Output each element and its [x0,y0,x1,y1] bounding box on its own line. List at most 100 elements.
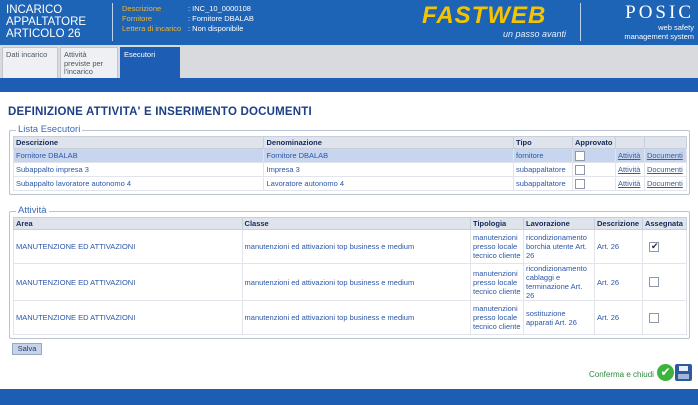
info-label: Fornitore [122,14,153,23]
cell-descrizione: Art. 26 [593,229,643,264]
assegnata-checkbox[interactable] [648,241,659,252]
cell-lavorazione: ricondizionamento borchia utente Art. 26 [523,229,595,264]
documenti-link[interactable]: Documenti [647,179,683,188]
tab-attivita-previste[interactable]: Attività previste per l'incarico [60,47,118,78]
cell-area: MANUTENZIONE ED ATTIVAZIONI [13,263,243,301]
cell-tipologia: manutenzioni presso locale tecnico clien… [470,300,524,335]
cell-tipo: subappaltatore [513,162,573,177]
info-row-descrizione: Descrizione : INC_10_0000108 [122,4,254,14]
incarico-title: INCARICO APPALTATORE ARTICOLO 26 [6,4,86,40]
esecutori-table: Descrizione Denominazione Tipo Approvato… [12,136,688,191]
esecutori-fieldset: Lista Esecutori Descrizione Denominazion… [9,124,690,195]
posic-subtitle: management system [624,31,694,41]
column-header: Tipologia [470,217,524,230]
cell-tipologia: manutenzioni presso locale tecnico clien… [470,263,524,301]
column-header [614,136,645,149]
column-header: Tipo [513,136,573,149]
cell-approvato [571,176,616,191]
confirm-close-link[interactable]: Conferma e chiudi [589,370,654,379]
posic-logo: POSIC web safety management system [590,2,694,41]
info-label: Descrizione [122,4,162,13]
fastweb-tagline: un passo avanti [502,29,566,39]
documenti-link[interactable]: Documenti [647,151,683,160]
attivita-link[interactable]: Attività [618,179,641,188]
posic-wordmark: POSIC [625,2,694,23]
tab-strip [0,78,698,92]
cell-descrizione: Subappalto impresa 3 [12,162,265,177]
table-row[interactable]: Fornitore DBALAB Fornitore DBALAB fornit… [12,148,688,163]
cell-lavorazione: sostituzione apparati Art. 26 [523,300,595,335]
tab-bar: Dati incarico Attività previste per l'in… [0,45,698,78]
assegnata-checkbox[interactable] [648,277,659,287]
cell-denominazione: Impresa 3 [263,162,514,177]
cell-assegnata [641,300,688,335]
table-row[interactable]: Subappalto lavoratore autonomo 4 Lavorat… [12,176,688,191]
header-divider [580,3,581,41]
column-header: Lavorazione [523,217,595,230]
table-row[interactable]: MANUTENZIONE ED ATTIVAZIONI manutenzioni… [13,229,688,264]
save-disk-icon[interactable] [675,364,692,381]
fastweb-logo: FASTWEB un passo avanti [422,2,570,42]
title-line: APPALTATORE [6,16,87,28]
cell-denominazione: Fornitore DBALAB [263,148,514,163]
app-header: INCARICO APPALTATORE ARTICOLO 26 Descriz… [0,0,698,45]
tab-dati-incarico[interactable]: Dati incarico [2,47,58,78]
save-button[interactable]: Salva [12,343,42,355]
attivita-legend: Attività [16,205,49,216]
cell-tipo: subappaltatore [513,176,573,191]
incarico-info: Descrizione : INC_10_0000108 Fornitore :… [122,4,254,34]
page-title: DEFINIZIONE ATTIVITA' E INSERIMENTO DOCU… [8,106,312,118]
cell-denominazione: Lavoratore autonomo 4 [263,176,514,191]
column-header: Assegnata [641,217,688,230]
cell-area: MANUTENZIONE ED ATTIVAZIONI [13,229,243,264]
attivita-link[interactable]: Attività [618,165,641,174]
title-line: INCARICO [6,4,63,16]
cell-classe: manutenzioni ed attivazioni top business… [241,263,472,301]
table-header-row: Area Classe Tipologia Lavorazione Descri… [13,217,688,230]
header-divider [112,3,113,41]
cell-tipo: fornitore [513,148,573,163]
cell-assegnata [641,229,688,264]
cell-classe: manutenzioni ed attivazioni top business… [241,300,472,335]
info-row-fornitore: Fornitore : Fornitore DBALAB [122,14,254,24]
title-line: ARTICOLO 26 [6,28,81,40]
table-row[interactable]: Subappalto impresa 3 Impresa 3 subappalt… [12,162,688,177]
column-header: Area [13,217,243,230]
esecutori-legend: Lista Esecutori [16,124,83,135]
info-value: : Fornitore DBALAB [188,14,254,23]
cell-assegnata [641,263,688,301]
cell-lavorazione: ricondizionamento cablaggi e terminazion… [523,263,595,301]
info-value: : INC_10_0000108 [188,4,251,13]
column-header: Approvato [571,136,616,149]
cell-descrizione: Fornitore DBALAB [12,148,265,163]
cell-area: MANUTENZIONE ED ATTIVAZIONI [13,300,243,335]
table-header-row: Descrizione Denominazione Tipo Approvato [12,136,688,149]
info-row-lettera: Lettera di incarico : Non disponibile [122,24,254,34]
approvato-checkbox[interactable] [574,164,585,175]
cell-tipologia: manutenzioni presso locale tecnico clien… [470,229,524,264]
column-header [643,136,688,149]
column-header: Classe [241,217,472,230]
info-value: : Non disponibile [188,24,244,33]
approvato-checkbox[interactable] [574,178,585,189]
footer-bar [0,389,698,405]
cell-approvato [571,162,616,177]
cell-descrizione: Art. 26 [593,263,643,301]
table-row[interactable]: MANUTENZIONE ED ATTIVAZIONI manutenzioni… [13,300,688,335]
documenti-link[interactable]: Documenti [647,165,683,174]
approvato-checkbox[interactable] [574,150,585,161]
cell-approvato [571,148,616,163]
checkmark-icon[interactable]: ✔ [657,364,674,381]
info-label: Lettera di incarico [122,24,182,33]
attivita-table: Area Classe Tipologia Lavorazione Descri… [13,217,688,335]
cell-descrizione: Subappalto lavoratore autonomo 4 [12,176,265,191]
table-row[interactable]: MANUTENZIONE ED ATTIVAZIONI manutenzioni… [13,263,688,301]
column-header: Descrizione [12,136,265,149]
tab-esecutori[interactable]: Esecutori [120,47,180,78]
fastweb-wordmark: FASTWEB [422,2,547,29]
attivita-link[interactable]: Attività [618,151,641,160]
cell-descrizione: Art. 26 [593,300,643,335]
attivita-fieldset: Attività Area Classe Tipologia Lavorazio… [9,205,690,339]
cell-classe: manutenzioni ed attivazioni top business… [241,229,472,264]
assegnata-checkbox[interactable] [648,312,659,323]
